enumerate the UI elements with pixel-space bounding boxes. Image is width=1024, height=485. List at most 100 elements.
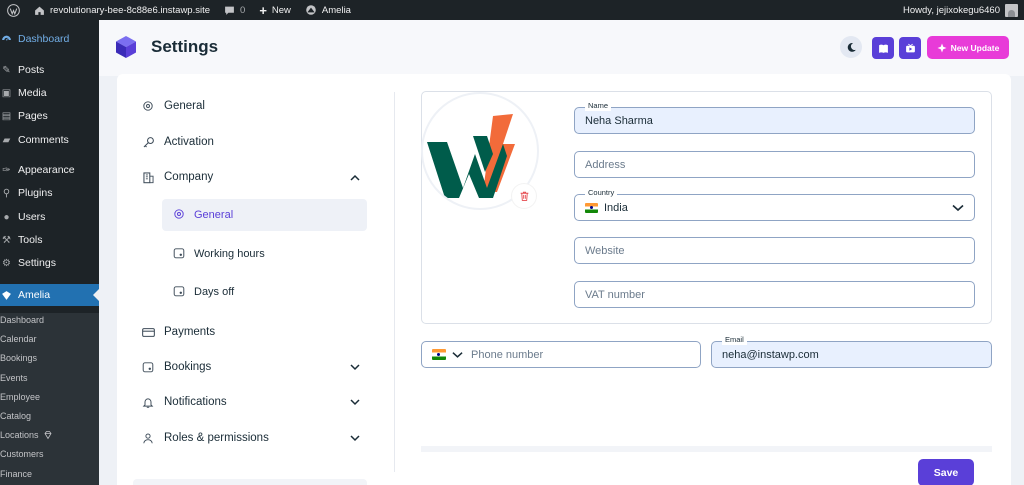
- email-value: neha@instawp.com: [722, 348, 819, 361]
- settings-icon: ⚙: [2, 257, 11, 269]
- chevron-up-icon: [349, 171, 361, 183]
- plugin-icon: ⚲: [2, 187, 11, 199]
- wp-logo-button[interactable]: [0, 0, 27, 20]
- moon-icon: [847, 42, 856, 52]
- booking-icon: [141, 360, 155, 374]
- gear-icon: [173, 208, 185, 223]
- wp-admin-bar: revolutionary-bee-8c88e6.instawp.site 0 …: [0, 0, 1024, 20]
- page-header: Settings New Update: [99, 20, 1024, 76]
- dark-mode-toggle[interactable]: [840, 36, 862, 58]
- gear-icon: [141, 99, 155, 113]
- wp-sub-calendar[interactable]: Calendar: [0, 329, 99, 348]
- amelia-icon: [0, 289, 13, 302]
- settings-nav-roles[interactable]: Roles & permissions: [141, 425, 367, 451]
- email-field[interactable]: Email neha@instawp.com: [711, 335, 992, 368]
- vat-placeholder: VAT number: [585, 288, 645, 301]
- new-label: New: [271, 4, 291, 16]
- new-update-button[interactable]: New Update: [927, 36, 1009, 59]
- brush-icon: ✑: [2, 164, 11, 176]
- website-field[interactable]: Website: [574, 237, 975, 264]
- clock-icon: [173, 247, 185, 262]
- person-icon: [141, 431, 155, 445]
- settings-nav-company-general[interactable]: General: [162, 199, 367, 231]
- chevron-down-icon: [349, 361, 361, 373]
- vat-number-field[interactable]: VAT number: [574, 281, 975, 308]
- trash-icon: [520, 191, 528, 201]
- site-name-link[interactable]: revolutionary-bee-8c88e6.instawp.site: [27, 0, 217, 20]
- key-icon: [141, 135, 155, 149]
- wp-sub-events[interactable]: Events: [0, 368, 99, 387]
- comment-icon: ▰: [2, 134, 11, 146]
- name-field[interactable]: Name Neha Sharma: [574, 101, 975, 134]
- name-value: Neha Sharma: [585, 114, 653, 127]
- wp-sub-bookings[interactable]: Bookings: [0, 348, 99, 367]
- new-content-link[interactable]: + New: [252, 0, 298, 20]
- amelia-bar-link[interactable]: Amelia: [298, 0, 358, 20]
- wrench-icon: ⚒: [2, 234, 11, 246]
- settings-nav-payments[interactable]: Payments: [141, 319, 367, 345]
- wp-sub-dashboard[interactable]: Dashboard: [0, 310, 99, 329]
- name-label: Name: [585, 101, 612, 111]
- settings-nav-working-hours[interactable]: Working hours: [162, 238, 367, 270]
- wp-menu-posts[interactable]: ✎ Posts: [0, 60, 99, 80]
- footer-divider: [421, 446, 992, 452]
- address-placeholder: Address: [585, 158, 626, 171]
- wp-menu-users[interactable]: ● Users: [0, 207, 99, 227]
- bell-icon: [141, 395, 155, 409]
- settings-nav-activation[interactable]: Activation: [141, 129, 367, 155]
- settings-nav-bookings[interactable]: Bookings: [141, 354, 367, 380]
- wp-sub-employee[interactable]: Employee: [0, 387, 99, 406]
- wp-menu-appearance[interactable]: ✑ Appearance: [0, 160, 99, 180]
- wp-menu-comments[interactable]: ▰ Comments: [0, 130, 99, 150]
- settings-nav-notifications[interactable]: Notifications: [141, 389, 367, 415]
- howdy-text: Howdy, jejixokegu6460: [903, 4, 1000, 16]
- chevron-down-icon: [349, 432, 361, 444]
- user-avatar: [1005, 3, 1018, 17]
- wp-sub-locations[interactable]: Locations: [0, 425, 99, 444]
- settings-nav-general[interactable]: General: [141, 93, 367, 119]
- settings-nav-days-off[interactable]: Days off: [162, 276, 367, 308]
- chevron-down-icon[interactable]: [452, 351, 463, 359]
- documentation-button[interactable]: [872, 37, 894, 59]
- wp-menu-dashboard[interactable]: Dashboard: [0, 29, 99, 49]
- pin-icon: ✎: [2, 64, 11, 76]
- country-label: Country: [585, 188, 618, 198]
- dashboard-icon: [0, 33, 13, 46]
- video-tutorial-button[interactable]: [899, 37, 921, 59]
- wp-menu-tools[interactable]: ⚒ Tools: [0, 230, 99, 250]
- building-icon: [141, 170, 155, 184]
- delete-logo-button[interactable]: [512, 184, 536, 208]
- book-icon: [878, 44, 888, 53]
- page-icon: ▤: [1, 110, 12, 122]
- comments-count: 0: [240, 4, 246, 16]
- wp-menu-plugins[interactable]: ⚲ Plugins: [0, 183, 99, 203]
- chevron-down-icon: [349, 396, 361, 408]
- chevron-down-icon: [952, 204, 964, 212]
- wp-menu-settings[interactable]: ⚙ Settings: [0, 253, 99, 273]
- email-label: Email: [722, 335, 747, 345]
- website-placeholder: Website: [585, 244, 625, 257]
- phone-field[interactable]: Phone number: [421, 341, 701, 368]
- amelia-logo-icon: [306, 5, 316, 15]
- wp-menu-amelia[interactable]: Amelia: [0, 284, 99, 306]
- save-button[interactable]: Save: [918, 459, 974, 485]
- sparkle-icon: [937, 43, 947, 52]
- address-field[interactable]: Address: [574, 151, 975, 178]
- wp-menu-media[interactable]: ▣ Media: [0, 83, 99, 103]
- country-select[interactable]: Country India: [574, 188, 975, 221]
- comments-link[interactable]: 0: [217, 0, 252, 20]
- wp-sub-customers[interactable]: Customers: [0, 444, 99, 463]
- main-content: Settings New Update General Activation C…: [99, 20, 1024, 485]
- wp-menu-pages[interactable]: ▤ Pages: [0, 106, 99, 126]
- india-flag-icon: [585, 202, 598, 213]
- account-link[interactable]: Howdy, jejixokegu6460: [896, 0, 1024, 20]
- wp-sub-catalog[interactable]: Catalog: [0, 406, 99, 425]
- wp-sub-finance[interactable]: Finance: [0, 464, 99, 483]
- nav-footer-strip: [133, 479, 367, 485]
- india-flag-icon: [432, 349, 446, 360]
- page-title: Settings: [151, 37, 219, 56]
- home-icon: [35, 6, 44, 15]
- settings-nav-company[interactable]: Company: [141, 164, 367, 190]
- site-name: revolutionary-bee-8c88e6.instawp.site: [50, 4, 211, 16]
- plus-icon: +: [259, 2, 267, 18]
